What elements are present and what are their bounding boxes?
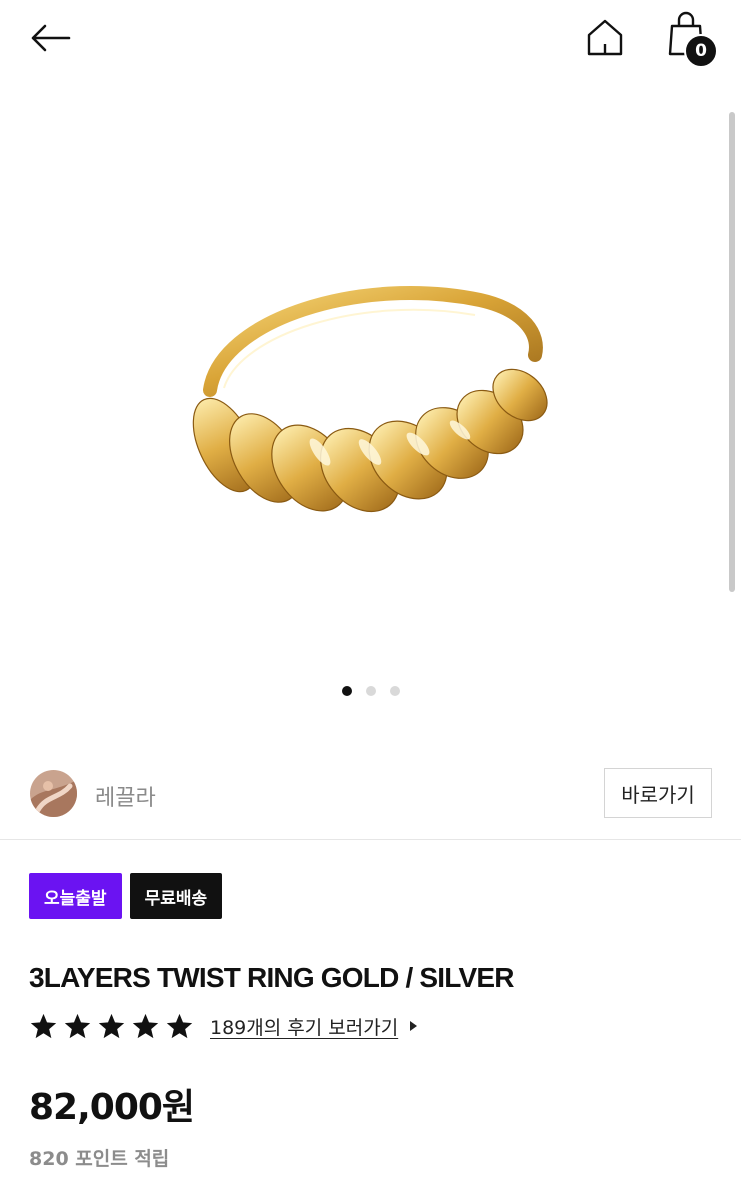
home-button[interactable] <box>582 14 628 60</box>
star-icon <box>64 1013 91 1038</box>
star-icon <box>132 1013 159 1038</box>
rating-stars <box>29 1012 194 1041</box>
pagination-dot[interactable] <box>389 686 400 696</box>
star-icon <box>166 1013 193 1038</box>
badge-free-shipping: 무료배송 <box>129 873 223 919</box>
pagination-dot-active[interactable] <box>341 686 352 696</box>
seller-name[interactable]: 레끌라 <box>95 780 156 812</box>
pagination-dot[interactable] <box>365 686 376 696</box>
product-image-carousel[interactable] <box>0 80 741 740</box>
product-image <box>192 286 548 513</box>
back-button[interactable] <box>26 18 74 58</box>
carousel-pagination <box>0 686 741 696</box>
caret-right-icon[interactable] <box>410 1021 418 1031</box>
star-icon <box>98 1013 125 1038</box>
goto-store-button[interactable]: 바로가기 <box>604 768 712 818</box>
back-arrow-icon <box>31 24 71 52</box>
scrollbar[interactable] <box>729 112 735 592</box>
home-icon <box>587 19 623 56</box>
star-icon <box>30 1013 57 1038</box>
reward-points: 820 포인트 적립 <box>29 1148 170 1170</box>
rating-row: 189개의 후기 보러가기 <box>29 1010 418 1042</box>
product-price: 82,000원 <box>29 1087 195 1128</box>
cart-button[interactable]: 0 <box>662 10 722 70</box>
top-nav-bar: 0 <box>0 0 741 80</box>
reviews-link[interactable]: 189개의 후기 보러가기 <box>210 1013 398 1040</box>
cart-count-badge: 0 <box>684 34 718 68</box>
product-badges: 오늘출발 무료배송 <box>29 873 223 919</box>
badge-today-shipping: 오늘출발 <box>29 873 122 919</box>
seller-avatar[interactable] <box>30 770 77 817</box>
product-title: 3LAYERS TWIST RING GOLD / SILVER <box>29 962 514 993</box>
seller-row: 레끌라 바로가기 <box>0 760 741 840</box>
